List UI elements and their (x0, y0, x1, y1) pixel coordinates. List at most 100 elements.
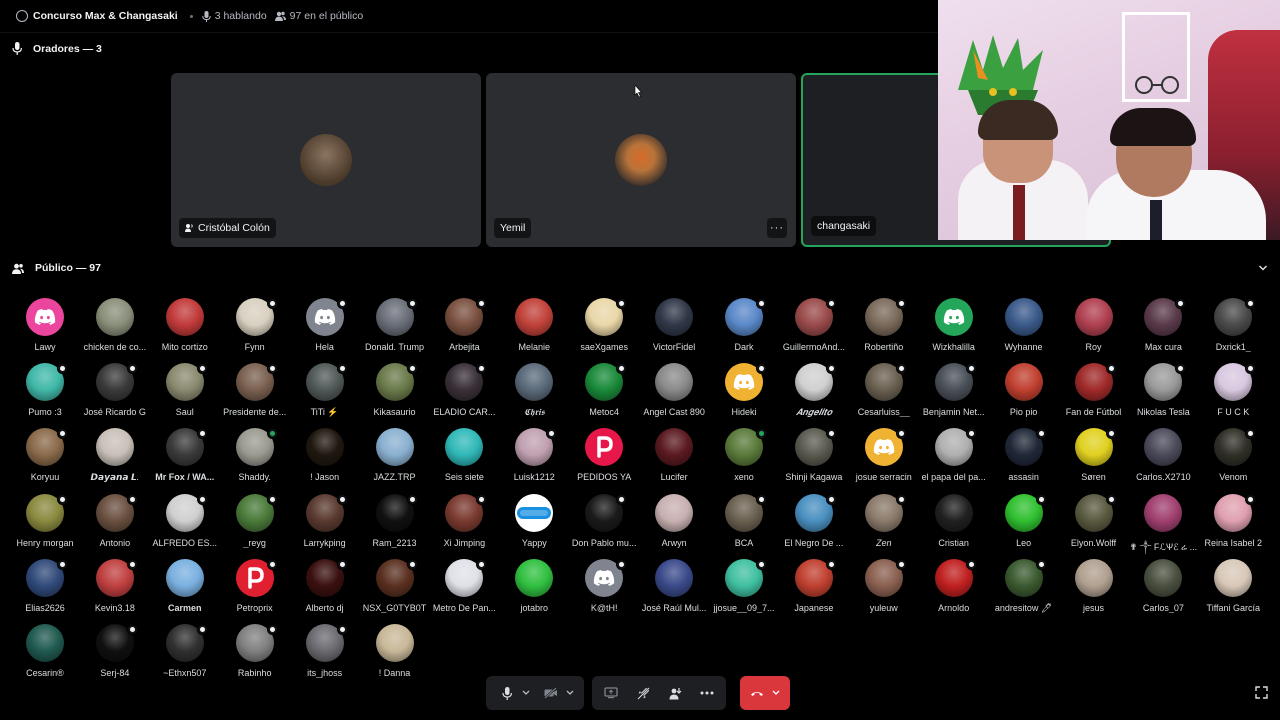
video-settings-chevron[interactable] (564, 680, 576, 706)
audience-member[interactable]: ✟ ༒ FℒѰℰ ሬ ... (1128, 493, 1198, 556)
audience-member[interactable]: yuleuw (849, 558, 919, 621)
audience-member[interactable]: Roy (1059, 298, 1129, 360)
audience-member[interactable]: 𝕮𝖍𝖗𝖎𝖘 (499, 363, 569, 425)
audience-member[interactable]: Shaddy. (220, 428, 290, 490)
audience-member[interactable]: _reyg (220, 493, 290, 556)
audience-member[interactable]: Rabinho (220, 624, 290, 686)
audience-member[interactable]: José Raúl Mul... (639, 558, 709, 621)
audience-member[interactable]: jesus (1059, 558, 1129, 621)
audience-member[interactable]: Mr Fox / WA... (150, 428, 220, 490)
audience-member[interactable]: Hela (290, 298, 360, 360)
audience-member[interactable]: Melanie (499, 298, 569, 360)
audience-member[interactable]: Petroprix (220, 558, 290, 621)
audience-member[interactable]: Don Pablo mu... (569, 493, 639, 556)
audience-member[interactable]: Metoc4 (569, 363, 639, 425)
audience-member[interactable]: Arbejita (429, 298, 499, 360)
audience-member[interactable]: Ram_2213 (360, 493, 430, 556)
audience-member[interactable]: andresitow 🖊 (989, 558, 1059, 621)
audience-member[interactable]: Dxrick1_ (1198, 298, 1268, 360)
audience-member[interactable]: K@tH! (569, 558, 639, 621)
audience-member[interactable]: Kevin3.18 (80, 558, 150, 621)
audience-member[interactable]: Pumo :3 (10, 363, 80, 425)
audience-member[interactable]: Henry morgan (10, 493, 80, 556)
audience-member[interactable]: Søren (1059, 428, 1129, 490)
audience-member[interactable]: Koryuu (10, 428, 80, 490)
audience-member[interactable]: Xi Jimping (429, 493, 499, 556)
fullscreen-icon[interactable] (1255, 686, 1268, 699)
audience-member[interactable]: Carmen (150, 558, 220, 621)
audience-member[interactable]: Wyhanne (989, 298, 1059, 360)
audience-member[interactable]: Cristian (919, 493, 989, 556)
audience-member[interactable]: Lawy (10, 298, 80, 360)
audience-member[interactable]: Saul (150, 363, 220, 425)
audience-member[interactable]: Zen (849, 493, 919, 556)
audience-member[interactable]: Serj-84 (80, 624, 150, 686)
audience-member[interactable]: NSX_G0TYB0T (360, 558, 430, 621)
audience-member[interactable]: xeno (709, 428, 779, 490)
audience-member[interactable]: Mito cortizo (150, 298, 220, 360)
audience-member[interactable]: saeXgames (569, 298, 639, 360)
audience-member[interactable]: José Ricardo G (80, 363, 150, 425)
audience-member[interactable]: josue serracin (849, 428, 919, 490)
audience-member[interactable]: assasin (989, 428, 1059, 490)
audience-member[interactable]: ! Jason (290, 428, 360, 490)
speaker-tile-cristobal[interactable]: Cristóbal Colón (171, 73, 481, 247)
more-options-button[interactable]: ··· (767, 218, 787, 238)
audience-member[interactable]: Seis siete (429, 428, 499, 490)
audience-member[interactable]: Pio pio (989, 363, 1059, 425)
audience-member[interactable]: TiTi ⚡ (290, 363, 360, 425)
audience-member[interactable]: Arnoldo (919, 558, 989, 621)
audience-member[interactable]: Larrykping (290, 493, 360, 556)
screen-share-button[interactable] (598, 680, 624, 706)
disconnect-button[interactable] (740, 676, 790, 710)
audience-member[interactable]: Fynn (220, 298, 290, 360)
audio-settings-chevron[interactable] (520, 680, 532, 706)
audience-member[interactable]: chicken de co... (80, 298, 150, 360)
audience-member[interactable]: ~Ethxn507 (150, 624, 220, 686)
audience-member[interactable]: JAZZ.TRP (360, 428, 430, 490)
audience-member[interactable]: Yappy (499, 493, 569, 556)
chevron-down-icon[interactable] (1258, 263, 1268, 273)
audience-member[interactable]: Kikasaurio (360, 363, 430, 425)
mute-button[interactable] (494, 680, 520, 706)
audience-member[interactable]: Cesarluiss__ (849, 363, 919, 425)
audience-member[interactable]: ALFREDO ES... (150, 493, 220, 556)
audience-member[interactable]: its_jhoss (290, 624, 360, 686)
audience-member[interactable]: Lucifer (639, 428, 709, 490)
audience-member[interactable]: Arwyn (639, 493, 709, 556)
audience-member[interactable]: ! Danna (360, 624, 430, 686)
audience-member[interactable]: Metro De Pan... (429, 558, 499, 621)
audience-member[interactable]: Hideki (709, 363, 779, 425)
audience-member[interactable]: El Negro De ... (779, 493, 849, 556)
audience-member[interactable]: jotabro (499, 558, 569, 621)
audience-member[interactable]: F U C K (1198, 363, 1268, 425)
audience-member[interactable]: Shinji Kagawa (779, 428, 849, 490)
audience-member[interactable]: Japanese (779, 558, 849, 621)
invite-to-speak-button[interactable] (662, 680, 688, 706)
audience-member[interactable]: 𝘿𝙖𝙮𝙖𝙣𝙖 𝙇. (80, 428, 150, 490)
audience-member[interactable]: Presidente de... (220, 363, 290, 425)
audience-member[interactable]: VictorFidel (639, 298, 709, 360)
audience-member[interactable]: Venom (1198, 428, 1268, 490)
audience-member[interactable]: Fan de Fútbol (1059, 363, 1129, 425)
audience-member[interactable]: Alberto dj (290, 558, 360, 621)
audience-member[interactable]: GuillermoAnd... (779, 298, 849, 360)
audience-member[interactable]: Nikolas Tesla (1128, 363, 1198, 425)
audience-member[interactable]: Max cura (1128, 298, 1198, 360)
audience-member[interactable]: Benjamin Net... (919, 363, 989, 425)
audience-member[interactable]: Dark (709, 298, 779, 360)
audience-member[interactable]: PEDIDOS YA (569, 428, 639, 490)
audience-member[interactable]: el papa del pa... (919, 428, 989, 490)
audience-member[interactable]: jjosue__09_7... (709, 558, 779, 621)
audience-member[interactable]: Tiffani García (1198, 558, 1268, 621)
audience-member[interactable]: Luisk1212 (499, 428, 569, 490)
audience-member[interactable]: BCA (709, 493, 779, 556)
audience-member[interactable]: Antonio (80, 493, 150, 556)
audience-member[interactable]: Reina Isabel 2 (1198, 493, 1268, 556)
audience-member[interactable]: ELADIO CAR... (429, 363, 499, 425)
activity-button[interactable] (630, 680, 656, 706)
more-options-button[interactable] (694, 680, 720, 706)
audience-member[interactable]: Donald. Trump (360, 298, 430, 360)
audience-member[interactable]: Cesarin® (10, 624, 80, 686)
audience-member[interactable]: Wizkhalilla (919, 298, 989, 360)
